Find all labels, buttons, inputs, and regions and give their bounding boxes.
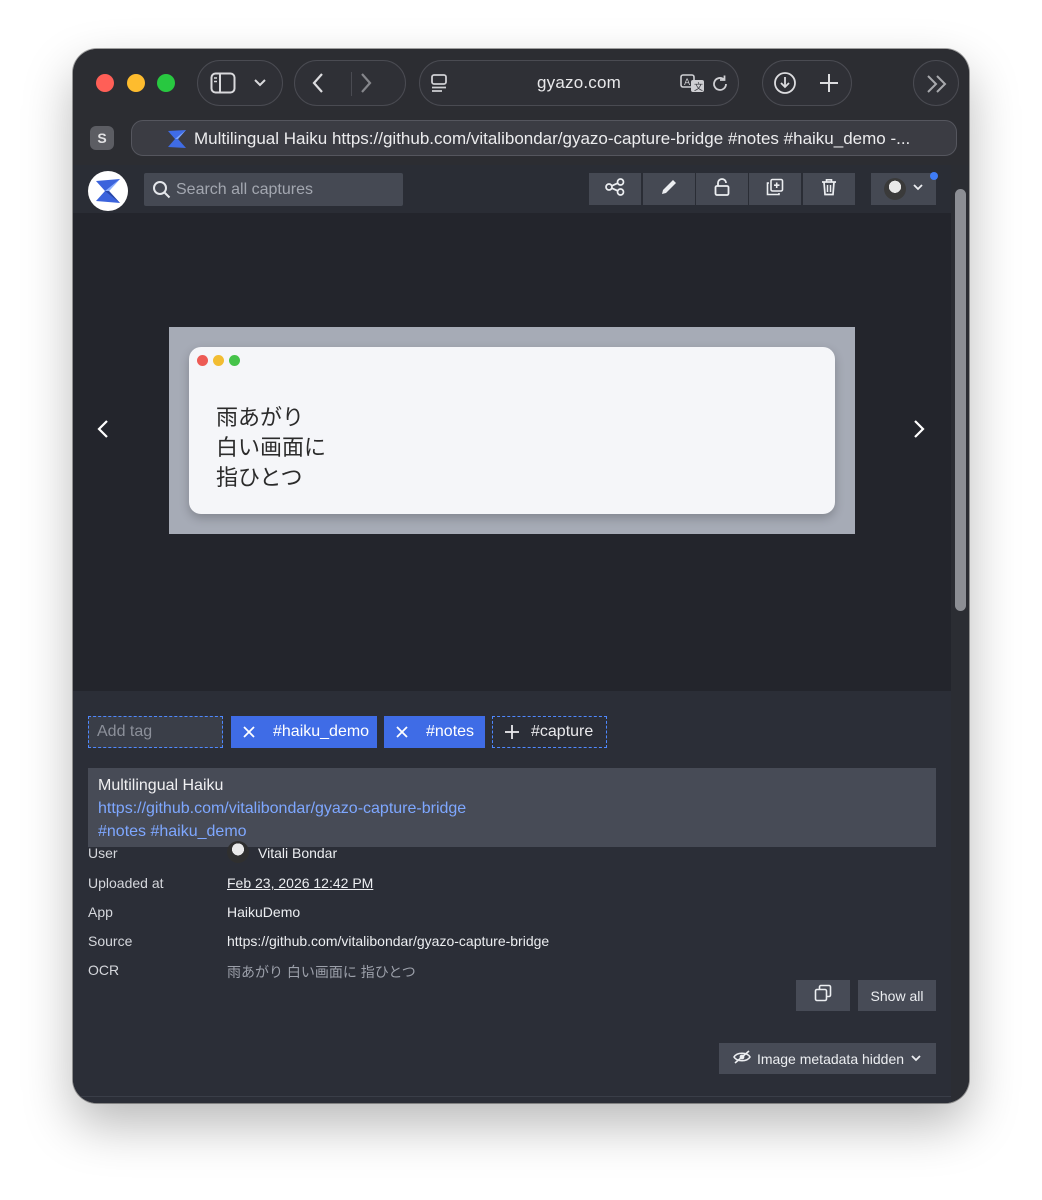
app-header	[73, 165, 951, 213]
tag-label: #haiku_demo	[273, 723, 370, 740]
actions-group	[762, 60, 852, 106]
eye-slash-icon	[733, 1050, 751, 1067]
suggested-tag-label: #capture	[531, 723, 594, 740]
svg-text:A: A	[684, 78, 691, 88]
remove-tag-icon[interactable]	[231, 725, 267, 739]
download-icon[interactable]	[773, 71, 797, 95]
haiku-line: 指ひとつ	[216, 465, 303, 490]
tag-chip[interactable]: #haiku_demo	[231, 716, 377, 748]
trash-icon	[821, 178, 837, 201]
gyazo-app: 雨あがり 白い画面に 指ひとつ #haiku_demo	[73, 165, 951, 1103]
chevron-down-icon	[910, 1051, 922, 1067]
sidebar-icon[interactable]	[210, 72, 236, 94]
user-name[interactable]: Vitali Bondar	[258, 845, 337, 861]
uploaded-date[interactable]: Feb 23, 2026 12:42 PM	[227, 875, 373, 891]
ocr-label: OCR	[88, 962, 120, 978]
tag-label: #notes	[426, 723, 475, 740]
haiku-line: 雨あがり	[216, 405, 305, 430]
user-label: User	[88, 845, 118, 861]
duplicate-button[interactable]	[749, 173, 801, 205]
address-bar[interactable]: gyazo.com A文	[419, 60, 739, 106]
browser-toolbar: gyazo.com A文 S Multilingual Haiku https:…	[73, 49, 969, 165]
avatar	[227, 841, 249, 863]
metadata-visibility-dropdown[interactable]: Image metadata hidden	[719, 1043, 936, 1074]
description-title: Multilingual Haiku	[98, 777, 224, 794]
share-button[interactable]	[589, 173, 641, 205]
privacy-button[interactable]	[696, 173, 748, 205]
haiku-text: 雨あがり 白い画面に 指ひとつ	[216, 403, 326, 493]
more-tabs-group	[913, 60, 959, 106]
description-box[interactable]: Multilingual Haiku https://github.com/vi…	[88, 768, 936, 847]
uploaded-label: Uploaded at	[88, 875, 164, 891]
edit-button[interactable]	[643, 173, 695, 205]
app-label: App	[88, 904, 113, 920]
lock-icon	[714, 177, 730, 201]
active-tab[interactable]: Multilingual Haiku https://github.com/vi…	[131, 120, 957, 156]
page-scrollbar[interactable]	[951, 165, 969, 1103]
divider	[73, 1096, 951, 1097]
notification-dot	[930, 172, 938, 180]
delete-button[interactable]	[803, 173, 855, 205]
duplicate-icon	[766, 178, 784, 201]
pencil-icon	[660, 178, 678, 201]
add-tag-input[interactable]	[88, 716, 223, 748]
double-chevron-right-icon[interactable]	[925, 73, 949, 95]
search-icon	[152, 180, 171, 204]
remove-tag-icon[interactable]	[384, 725, 420, 739]
share-icon	[605, 177, 625, 201]
source-value[interactable]: https://github.com/vitalibondar/gyazo-ca…	[227, 933, 549, 949]
copy-ocr-button[interactable]	[796, 980, 850, 1011]
account-menu-button[interactable]	[871, 173, 936, 205]
description-link[interactable]: https://github.com/vitalibondar/gyazo-ca…	[98, 797, 926, 820]
image-viewer: 雨あがり 白い画面に 指ひとつ	[73, 213, 951, 691]
metadata-toggle-label: Image metadata hidden	[756, 1050, 905, 1067]
navigation-group	[294, 60, 406, 106]
forward-icon[interactable]	[359, 72, 373, 94]
reload-icon[interactable]	[710, 74, 730, 94]
nav-divider	[351, 72, 352, 96]
search-input[interactable]	[176, 173, 396, 206]
svg-text:文: 文	[694, 81, 703, 93]
zoom-window-button[interactable]	[157, 74, 175, 92]
avatar	[884, 178, 906, 200]
sidebar-toggle-group	[197, 60, 283, 106]
close-window-button[interactable]	[96, 74, 114, 92]
gyazo-favicon-icon	[166, 128, 188, 150]
copy-icon	[814, 984, 832, 1007]
ocr-text: 雨あがり 白い画面に 指ひとつ	[227, 964, 416, 980]
previous-capture-icon[interactable]	[95, 417, 111, 441]
tag-chip[interactable]: #notes	[384, 716, 485, 748]
new-tab-icon[interactable]	[818, 72, 840, 94]
browser-window: gyazo.com A文 S Multilingual Haiku https:…	[73, 49, 969, 1103]
chevron-down-icon	[912, 180, 924, 198]
minimize-window-button[interactable]	[127, 74, 145, 92]
captured-window: 雨あがり 白い画面に 指ひとつ	[189, 347, 835, 514]
suggested-tag[interactable]: #capture	[492, 716, 607, 748]
description-tags[interactable]: #notes #haiku_demo	[98, 820, 926, 843]
app-value: HaikuDemo	[227, 904, 301, 920]
back-icon[interactable]	[311, 72, 325, 94]
scrollbar-thumb[interactable]	[955, 189, 966, 611]
capture-details: #haiku_demo #notes #capture Multilingual…	[73, 691, 951, 1103]
next-capture-icon[interactable]	[911, 417, 927, 441]
translate-icon[interactable]: A文	[680, 73, 706, 93]
plus-icon	[493, 724, 531, 740]
profile-badge[interactable]: S	[90, 126, 114, 150]
haiku-line: 白い画面に	[216, 435, 327, 460]
search-box	[144, 173, 403, 206]
chevron-down-icon[interactable]	[253, 76, 267, 90]
show-all-button[interactable]: Show all	[858, 980, 936, 1011]
tab-title: Multilingual Haiku https://github.com/vi…	[194, 129, 911, 148]
captured-minimize-dot	[213, 355, 224, 366]
captured-zoom-dot	[229, 355, 240, 366]
gyazo-logo-icon[interactable]	[88, 171, 128, 211]
capture-image[interactable]: 雨あがり 白い画面に 指ひとつ	[169, 327, 855, 534]
captured-close-dot	[197, 355, 208, 366]
source-label: Source	[88, 933, 133, 949]
